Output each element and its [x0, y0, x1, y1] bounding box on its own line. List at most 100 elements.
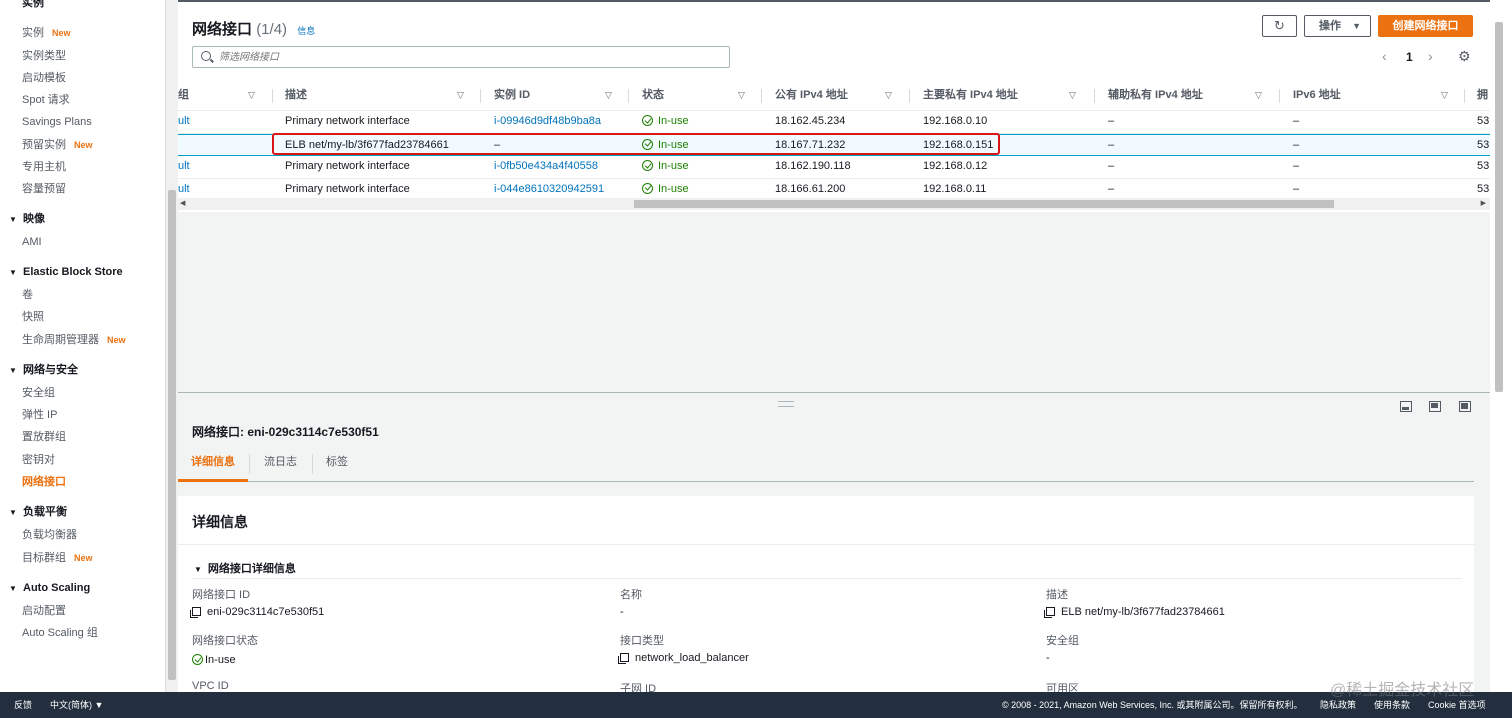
table-row[interactable]: ult Primary network interface i-0fb50e43…: [178, 156, 1490, 179]
sidebar-item-reserved-instances[interactable]: 预留实例 New: [0, 134, 165, 156]
feedback-link[interactable]: 反馈: [14, 692, 32, 718]
section-auto-scaling[interactable]: ▼ Auto Scaling: [0, 576, 165, 600]
field-interface-status: 网络接口状态 In-use: [192, 632, 258, 666]
column-divider[interactable]: [761, 89, 762, 103]
page-number[interactable]: 1: [1406, 50, 1413, 64]
sort-icon[interactable]: ▽: [1255, 83, 1262, 107]
scroll-right-arrow-icon[interactable]: ▶: [1481, 198, 1486, 210]
page-scrollbar[interactable]: [1490, 0, 1512, 692]
language-selector[interactable]: 中文(简体) ▼: [50, 692, 103, 718]
column-header-description[interactable]: 描述 ▽: [285, 83, 475, 111]
column-header-private-ipv4[interactable]: 主要私有 IPv4 地址 ▽: [923, 83, 1083, 111]
scrollbar-thumb[interactable]: [1495, 22, 1503, 392]
column-divider[interactable]: [1094, 89, 1095, 103]
sidebar-item-spot-requests[interactable]: Spot 请求: [0, 89, 165, 111]
chevron-left-icon[interactable]: ‹: [1382, 48, 1387, 64]
section-images[interactable]: ▼ 映像: [0, 207, 165, 231]
sort-icon[interactable]: ▽: [1441, 83, 1448, 107]
split-bottom-small-icon[interactable]: [1400, 401, 1412, 412]
sidebar-item-target-groups[interactable]: 目标群组 New: [0, 547, 165, 569]
sidebar-item-auto-scaling-groups[interactable]: Auto Scaling 组: [0, 622, 165, 644]
network-interfaces-panel: 网络接口 (1/4) 信息 ↻ 操作▼ 创建网络接口 ‹ 1 › ⚙ 组▽ 描述…: [178, 0, 1490, 212]
cell-group[interactable]: ult: [178, 156, 190, 177]
scrollbar-thumb[interactable]: [168, 190, 176, 680]
create-network-interface-button[interactable]: 创建网络接口: [1378, 15, 1473, 37]
copy-icon[interactable]: [190, 607, 201, 618]
chevron-right-icon[interactable]: ›: [1428, 48, 1433, 64]
sidebar-item-load-balancers[interactable]: 负载均衡器: [0, 524, 165, 546]
section-load-balancing[interactable]: ▼ 负载平衡: [0, 500, 165, 524]
column-label: 拥: [1477, 89, 1488, 101]
column-divider[interactable]: [480, 89, 481, 103]
sidebar-item-instance-types[interactable]: 实例类型: [0, 45, 165, 67]
details-subsection-toggle[interactable]: ▼ 网络接口详细信息: [194, 560, 296, 576]
check-circle-icon: [192, 654, 203, 665]
copy-icon[interactable]: [618, 653, 629, 664]
sidebar-scrollbar[interactable]: [165, 0, 177, 692]
sidebar-item-ami[interactable]: AMI: [0, 231, 165, 253]
sidebar-item-dedicated-hosts[interactable]: 专用主机: [0, 156, 165, 178]
drag-handle-icon[interactable]: [778, 401, 794, 407]
scroll-left-arrow-icon[interactable]: ◀: [180, 198, 185, 210]
section-title: Elastic Block Store: [23, 265, 123, 278]
column-header-ipv6[interactable]: IPv6 地址 ▽: [1293, 83, 1453, 111]
sidebar-item-launch-configurations[interactable]: 启动配置: [0, 600, 165, 622]
scrollbar-thumb[interactable]: [634, 200, 1334, 208]
sidebar-item-launch-templates[interactable]: 启动模板: [0, 67, 165, 89]
cell-group[interactable]: ult: [178, 111, 190, 132]
refresh-button[interactable]: ↻: [1262, 15, 1297, 37]
gear-icon[interactable]: ⚙: [1458, 48, 1471, 65]
sidebar-item-instances-heading[interactable]: 实例: [0, 0, 165, 22]
sort-icon[interactable]: ▽: [885, 83, 892, 107]
sidebar-item-network-interfaces[interactable]: 网络接口: [0, 471, 165, 493]
column-header-instance-id[interactable]: 实例 ID ▽: [494, 83, 624, 111]
field-interface-type: 接口类型 network_load_balancer: [618, 632, 749, 664]
column-divider[interactable]: [1279, 89, 1280, 103]
cell-instance-id[interactable]: i-044e8610320942591: [494, 179, 604, 200]
info-link[interactable]: 信息: [297, 26, 315, 36]
cell-instance-id[interactable]: i-0fb50e434a4f40558: [494, 156, 598, 177]
copy-icon[interactable]: [1044, 607, 1055, 618]
sort-icon[interactable]: ▽: [738, 83, 745, 107]
sidebar-item-key-pairs[interactable]: 密钥对: [0, 449, 165, 471]
split-half-icon[interactable]: [1429, 401, 1441, 412]
cell-instance-id[interactable]: i-09946d9df48b9ba8a: [494, 111, 601, 132]
sidebar-item-placement-groups[interactable]: 置放群组: [0, 426, 165, 448]
field-label: 描述: [1046, 589, 1068, 601]
column-header-owner[interactable]: 拥: [1477, 83, 1491, 111]
sort-icon[interactable]: ▽: [605, 83, 612, 107]
sort-icon[interactable]: ▽: [248, 83, 255, 107]
table-horizontal-scrollbar[interactable]: ◀ ▶: [178, 198, 1490, 210]
sidebar-item-lifecycle-manager[interactable]: 生命周期管理器 New: [0, 329, 165, 351]
split-full-icon[interactable]: [1459, 401, 1471, 412]
section-network-security[interactable]: ▼ 网络与安全: [0, 358, 165, 382]
section-ebs[interactable]: ▼ Elastic Block Store: [0, 260, 165, 284]
column-header-public-ipv4[interactable]: 公有 IPv4 地址 ▽: [775, 83, 905, 111]
column-divider[interactable]: [272, 89, 273, 103]
tab-tags[interactable]: 标签: [326, 448, 348, 482]
column-header-secondary-ipv4[interactable]: 辅助私有 IPv4 地址 ▽: [1108, 83, 1268, 111]
sidebar-item-capacity-reservations[interactable]: 容量预留: [0, 178, 165, 200]
column-header-group[interactable]: 组 ▽: [178, 83, 258, 111]
tab-details[interactable]: 详细信息: [178, 448, 248, 482]
tab-flow-logs[interactable]: 流日志: [264, 448, 297, 482]
sidebar-item-volumes[interactable]: 卷: [0, 284, 165, 306]
column-divider[interactable]: [909, 89, 910, 103]
footer: 反馈 中文(简体) ▼ © 2008 - 2021, Amazon Web Se…: [0, 692, 1512, 718]
sidebar-item-security-groups[interactable]: 安全组: [0, 382, 165, 404]
sort-icon[interactable]: ▽: [457, 83, 464, 107]
column-divider[interactable]: [628, 89, 629, 103]
search-input[interactable]: [219, 49, 719, 65]
column-divider[interactable]: [1464, 89, 1465, 103]
sidebar-item-snapshots[interactable]: 快照: [0, 306, 165, 328]
section-title: 网络与安全: [23, 363, 78, 376]
actions-button[interactable]: 操作 ▼: [1304, 15, 1371, 37]
sidebar-item-savings-plans[interactable]: Savings Plans: [0, 111, 165, 133]
table-row[interactable]: ult Primary network interface i-09946d9d…: [178, 111, 1490, 134]
cell-group[interactable]: ult: [178, 179, 190, 200]
sidebar-item-instances[interactable]: 实例 New: [0, 22, 165, 44]
sidebar-item-elastic-ip[interactable]: 弹性 IP: [0, 404, 165, 426]
column-header-status[interactable]: 状态 ▽: [642, 83, 752, 111]
sort-icon[interactable]: ▽: [1069, 83, 1076, 107]
new-badge: New: [74, 552, 93, 563]
